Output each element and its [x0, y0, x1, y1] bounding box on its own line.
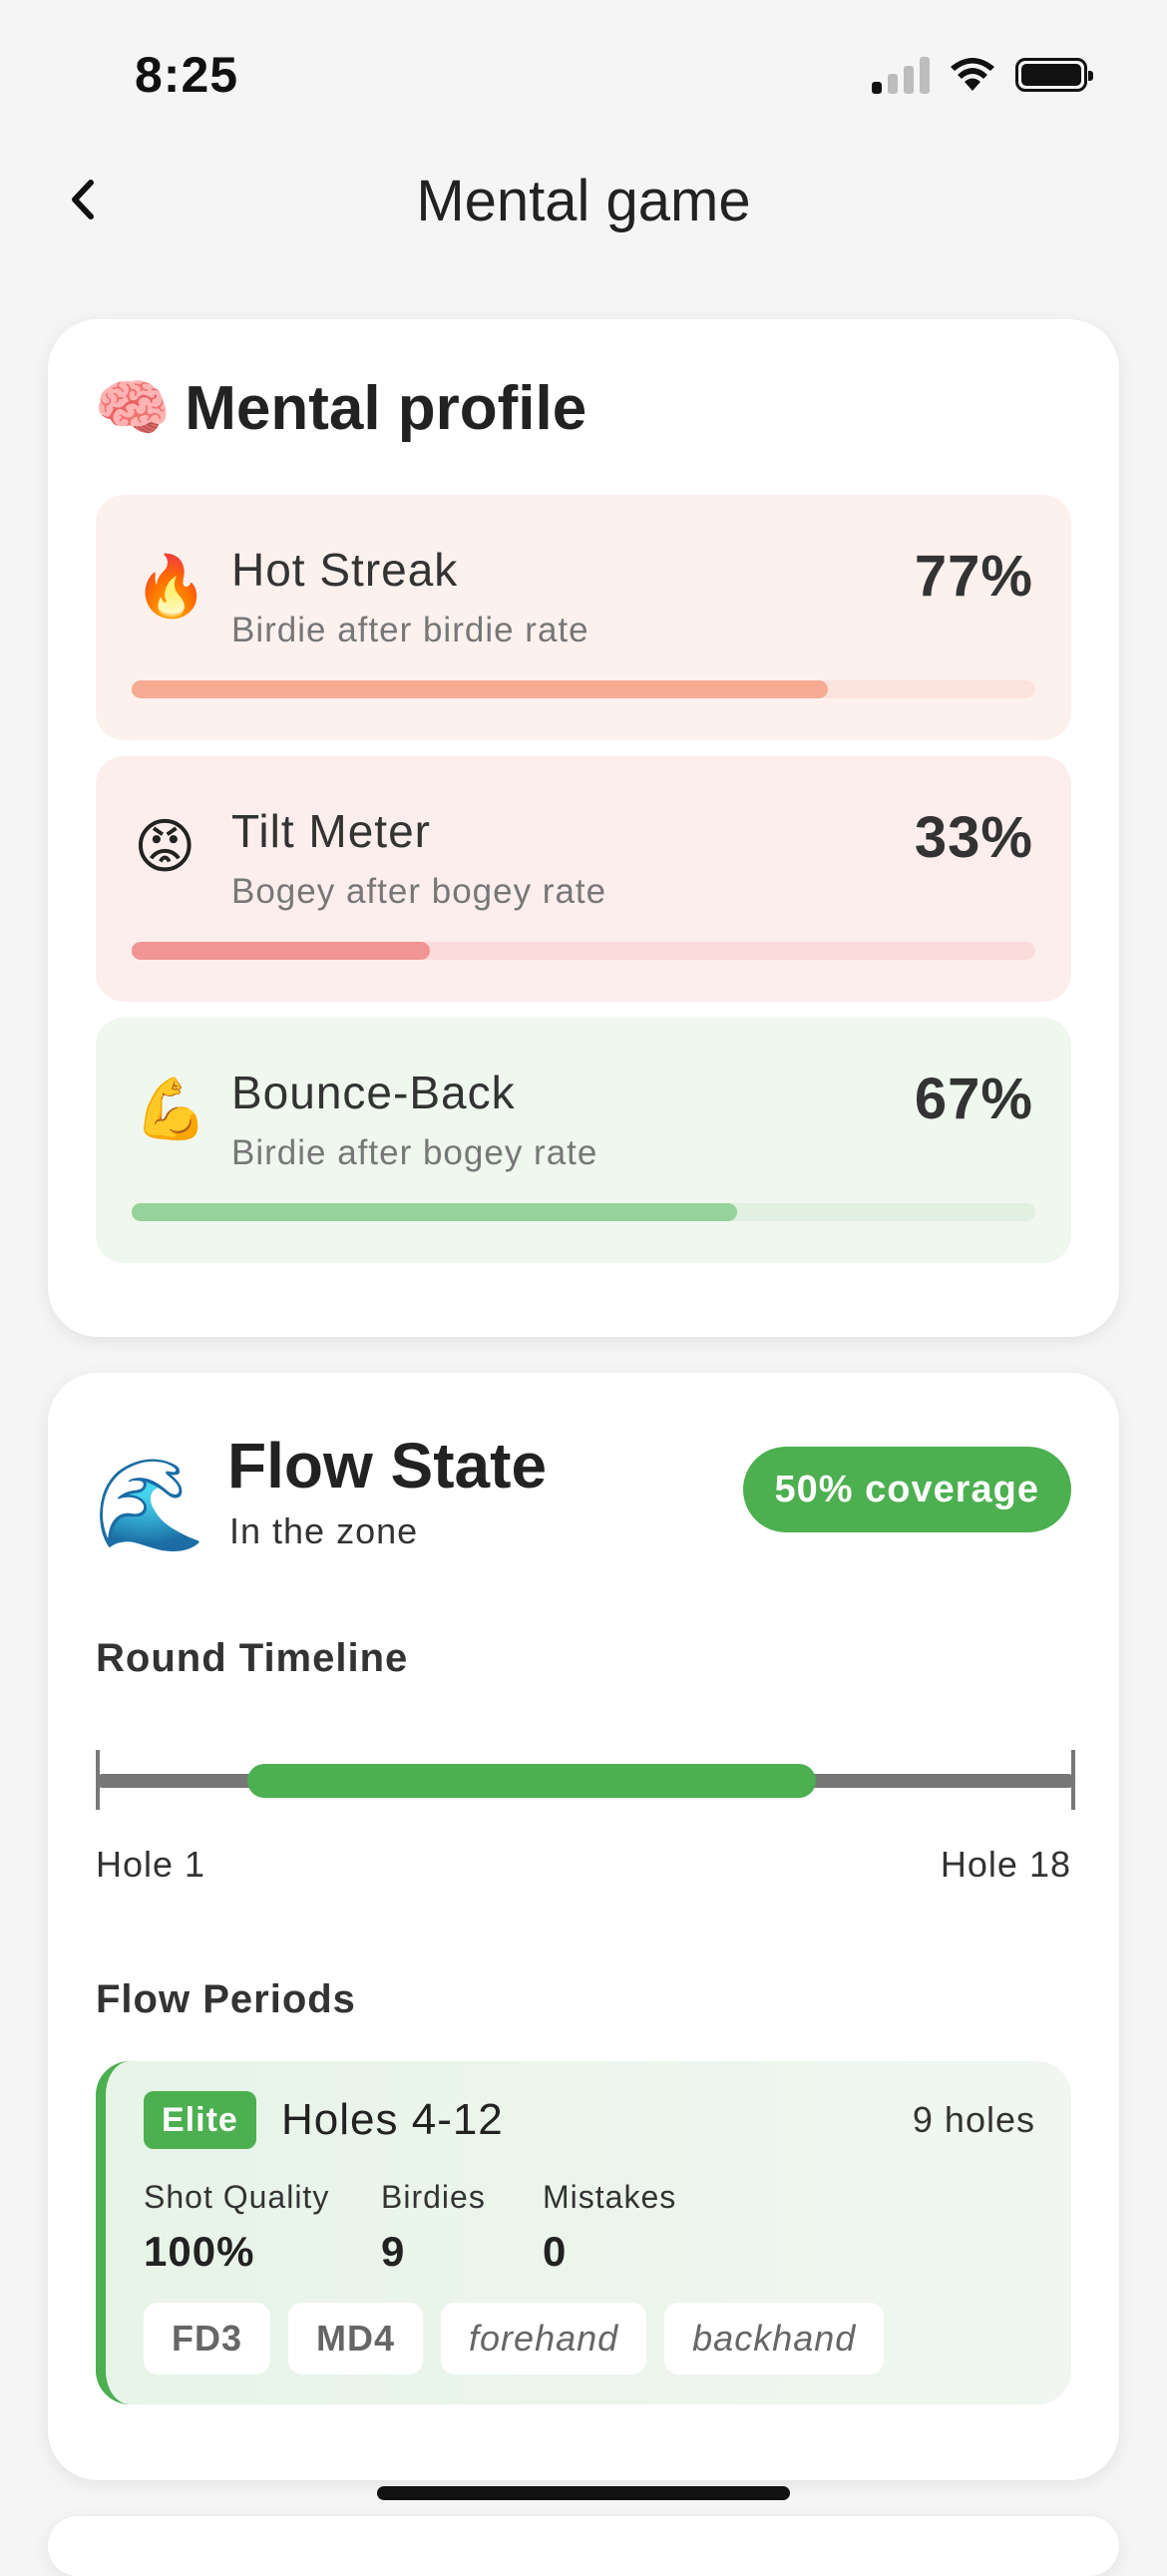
period-tags: FD3 MD4 forehand backhand: [144, 2303, 885, 2374]
metric-subtitle: Bogey after bogey rate: [231, 872, 607, 911]
status-icons: [872, 56, 1093, 94]
metric-progress-fill: [132, 1203, 738, 1221]
metric-progress-fill: [132, 942, 430, 960]
page-title: Mental game: [416, 169, 751, 233]
period-title: Holes 4-12: [281, 2095, 504, 2144]
status-time: 8:25: [135, 47, 239, 103]
stat-value: 9: [381, 2228, 406, 2275]
stat-label: Shot Quality: [144, 2179, 330, 2215]
disc-chip: FD3: [144, 2303, 271, 2374]
stat-label: Birdies: [381, 2179, 486, 2215]
metric-title: Hot Streak: [231, 544, 459, 596]
stat-value: 0: [543, 2228, 568, 2275]
metric-hot-streak: 🔥 Hot Streak Birdie after birdie rate 77%: [96, 495, 1071, 740]
timeline-end-label: Hole 18: [940, 1844, 1071, 1885]
nav-bar: Mental game: [0, 150, 1167, 259]
metric-progress-track: [132, 1203, 1035, 1221]
tier-badge: Elite: [144, 2091, 256, 2149]
round-timeline-label: Round Timeline: [96, 1636, 409, 1680]
mental-profile-heading: 🧠 Mental profile: [94, 371, 586, 445]
timeline-end-tick: [1071, 1750, 1075, 1810]
flow-state-subtitle: In the zone: [229, 1510, 419, 1551]
disc-chip: MD4: [288, 2303, 424, 2374]
metric-title: Tilt Meter: [231, 805, 431, 857]
metric-value: 33%: [914, 805, 1033, 870]
stat-value: 100%: [144, 2228, 255, 2275]
period-hole-count: 9 holes: [912, 2099, 1035, 2140]
timeline-start-label: Hole 1: [96, 1844, 206, 1885]
metric-value: 67%: [914, 1067, 1033, 1131]
metric-progress-track: [132, 680, 1035, 698]
next-card: [48, 2516, 1119, 2576]
throw-type-chip: forehand: [441, 2303, 647, 2374]
mental-profile-card: 🧠 Mental profile 🔥 Hot Streak Birdie after…: [48, 319, 1119, 1337]
wave-icon: 🌊: [94, 1453, 206, 1557]
metric-subtitle: Birdie after birdie rate: [231, 611, 589, 649]
metric-progress-track: [132, 942, 1035, 960]
stat-shot-quality: Shot Quality 100%: [144, 2179, 329, 2276]
stat-mistakes: Mistakes 0: [543, 2179, 676, 2276]
metric-bounce-back: 💪 Bounce-Back Birdie after bogey rate 67%: [96, 1018, 1071, 1263]
round-timeline: [96, 1750, 1075, 1810]
timeline-start-tick: [96, 1750, 100, 1810]
angry-face-icon: 😡: [134, 812, 196, 882]
battery-icon: [1015, 58, 1093, 92]
flow-state-card: 🌊 Flow State In the zone 50% coverage Ro…: [48, 1373, 1119, 2480]
stat-label: Mistakes: [543, 2179, 677, 2215]
cellular-signal-icon: [872, 56, 930, 94]
timeline-flow-segment: [247, 1764, 816, 1798]
metric-title: Bounce-Back: [231, 1067, 516, 1118]
flow-state-title: Flow State: [227, 1430, 548, 1502]
wifi-icon: [951, 58, 994, 91]
mental-profile-title: Mental profile: [185, 373, 587, 443]
metric-value: 77%: [914, 544, 1033, 609]
stat-birdies: Birdies 9: [381, 2179, 486, 2276]
flow-periods-label: Flow Periods: [96, 1977, 356, 2021]
coverage-badge: 50% coverage: [742, 1447, 1071, 1532]
metric-progress-fill: [132, 680, 828, 698]
metric-tilt-meter: 😡 Tilt Meter Bogey after bogey rate 33%: [96, 756, 1071, 1002]
throw-type-chip: backhand: [664, 2303, 885, 2374]
brain-icon: 🧠: [94, 371, 172, 444]
home-indicator: [377, 2486, 790, 2500]
status-bar: 8:25: [0, 0, 1167, 150]
fire-icon: 🔥: [134, 552, 208, 622]
metric-subtitle: Birdie after bogey rate: [231, 1133, 598, 1172]
flexed-biceps-icon: 💪: [134, 1074, 208, 1144]
flow-period-card[interactable]: Elite Holes 4-12 9 holes Shot Quality 10…: [96, 2061, 1071, 2404]
